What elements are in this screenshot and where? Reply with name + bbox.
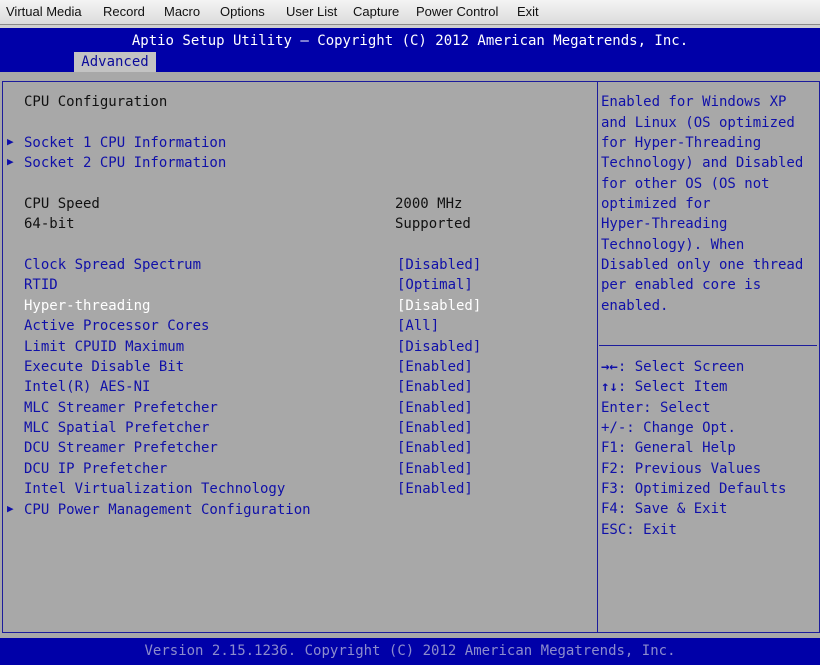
key-action: : Previous Values xyxy=(617,461,762,477)
menu-power-control[interactable]: Power Control xyxy=(416,4,498,19)
key-hint-f2: F2: Previous Values xyxy=(601,459,761,479)
option-label[interactable]: Intel(R) AES-NI xyxy=(24,377,150,397)
key-hint-select-screen: →←: Select Screen xyxy=(601,357,744,377)
submenu-arrow-icon: ▶ xyxy=(7,155,14,168)
help-line: optimized for xyxy=(601,196,711,212)
key-label: F3 xyxy=(601,481,618,497)
option-value[interactable]: [Enabled] xyxy=(397,398,473,418)
key-hint-f1: F1: General Help xyxy=(601,438,736,458)
submenu-cpu-power[interactable]: CPU Power Management Configuration xyxy=(24,500,311,520)
key-label: F1 xyxy=(601,440,618,456)
option-value[interactable]: [Optimal] xyxy=(397,275,473,295)
option-label[interactable]: Limit CPUID Maximum xyxy=(24,337,184,357)
info-label: 64-bit xyxy=(24,216,75,232)
menu-bar: Virtual Media Record Macro Options User … xyxy=(0,0,820,25)
option-label-selected[interactable]: Hyper-threading xyxy=(24,296,150,316)
help-divider xyxy=(599,345,817,346)
key-action: : Change Opt. xyxy=(626,420,736,436)
option-label[interactable]: RTID xyxy=(24,275,58,295)
option-value[interactable]: [Enabled] xyxy=(397,357,473,377)
menu-record[interactable]: Record xyxy=(103,4,145,19)
header-title: Aptio Setup Utility – Copyright (C) 2012… xyxy=(131,33,689,49)
option-label[interactable]: Execute Disable Bit xyxy=(24,357,184,377)
option-label[interactable]: Intel Virtualization Technology xyxy=(24,479,285,499)
key-label: ↑↓ xyxy=(601,379,618,395)
key-label: F4 xyxy=(601,501,618,517)
option-label[interactable]: Clock Spread Spectrum xyxy=(24,255,201,275)
help-line: enabled. xyxy=(601,298,669,314)
help-line: Hyper-Threading xyxy=(601,216,728,232)
option-label[interactable]: MLC Streamer Prefetcher xyxy=(24,398,218,418)
info-value: Supported xyxy=(395,216,471,232)
key-action: : Save & Exit xyxy=(617,501,728,517)
key-hint-enter: Enter: Select xyxy=(601,398,711,418)
option-value[interactable]: [Enabled] xyxy=(397,377,473,397)
option-value-selected[interactable]: [Disabled] xyxy=(397,296,481,316)
key-hint-change: +/-: Change Opt. xyxy=(601,418,736,438)
help-line: per enabled core is xyxy=(601,277,762,293)
help-line: and Linux (OS optimized xyxy=(601,115,795,131)
version-footer: Version 2.15.1236. Copyright (C) 2012 Am… xyxy=(0,638,820,665)
menu-macro[interactable]: Macro xyxy=(164,4,200,19)
key-label: →← xyxy=(601,359,618,375)
option-value[interactable]: [Enabled] xyxy=(397,479,473,499)
help-line: Technology). When xyxy=(601,237,745,253)
key-action: : Select xyxy=(643,400,711,416)
help-line: Technology) and Disabled xyxy=(601,155,804,171)
option-value[interactable]: [All] xyxy=(397,316,439,336)
option-label[interactable]: DCU IP Prefetcher xyxy=(24,459,167,479)
help-line: Disabled only one thread xyxy=(601,257,804,273)
submenu-socket2[interactable]: Socket 2 CPU Information xyxy=(24,153,226,173)
submenu-arrow-icon: ▶ xyxy=(7,502,14,515)
key-hint-esc: ESC: Exit xyxy=(601,520,677,540)
option-label[interactable]: MLC Spatial Prefetcher xyxy=(24,418,209,438)
option-label[interactable]: Active Processor Cores xyxy=(24,316,209,336)
key-action: : Optimized Defaults xyxy=(617,481,787,497)
key-label: F2 xyxy=(601,461,618,477)
option-value[interactable]: [Disabled] xyxy=(397,337,481,357)
option-label[interactable]: DCU Streamer Prefetcher xyxy=(24,438,218,458)
key-action: : Select Item xyxy=(617,379,728,395)
menu-virtual-media[interactable]: Virtual Media xyxy=(6,4,82,19)
key-hint-select-item: ↑↓: Select Item xyxy=(601,377,727,397)
submenu-arrow-icon: ▶ xyxy=(7,135,14,148)
key-action: : Exit xyxy=(626,522,677,538)
help-line: Enabled for Windows XP xyxy=(601,94,787,110)
info-value: 2000 MHz xyxy=(395,196,463,212)
help-line: for Hyper-Threading xyxy=(601,135,762,151)
option-value[interactable]: [Enabled] xyxy=(397,438,473,458)
info-label: CPU Speed xyxy=(24,196,100,212)
option-value[interactable]: [Enabled] xyxy=(397,459,473,479)
help-line: for other OS (OS not xyxy=(601,176,770,192)
key-label: ESC xyxy=(601,522,627,538)
submenu-socket1[interactable]: Socket 1 CPU Information xyxy=(24,133,226,153)
option-value[interactable]: [Enabled] xyxy=(397,418,473,438)
menu-options[interactable]: Options xyxy=(220,4,265,19)
option-value[interactable]: [Disabled] xyxy=(397,255,481,275)
key-hint-f4: F4: Save & Exit xyxy=(601,499,727,519)
menu-capture[interactable]: Capture xyxy=(353,4,399,19)
tab-advanced[interactable]: Advanced xyxy=(74,52,156,72)
key-action: : General Help xyxy=(617,440,736,456)
key-hint-f3: F3: Optimized Defaults xyxy=(601,479,786,499)
key-action: : Select Screen xyxy=(617,359,745,375)
menu-exit[interactable]: Exit xyxy=(517,4,539,19)
menu-user-list[interactable]: User List xyxy=(286,4,337,19)
key-label: +/- xyxy=(601,420,627,436)
key-label: Enter xyxy=(601,400,644,416)
page-title: CPU Configuration xyxy=(24,94,168,110)
